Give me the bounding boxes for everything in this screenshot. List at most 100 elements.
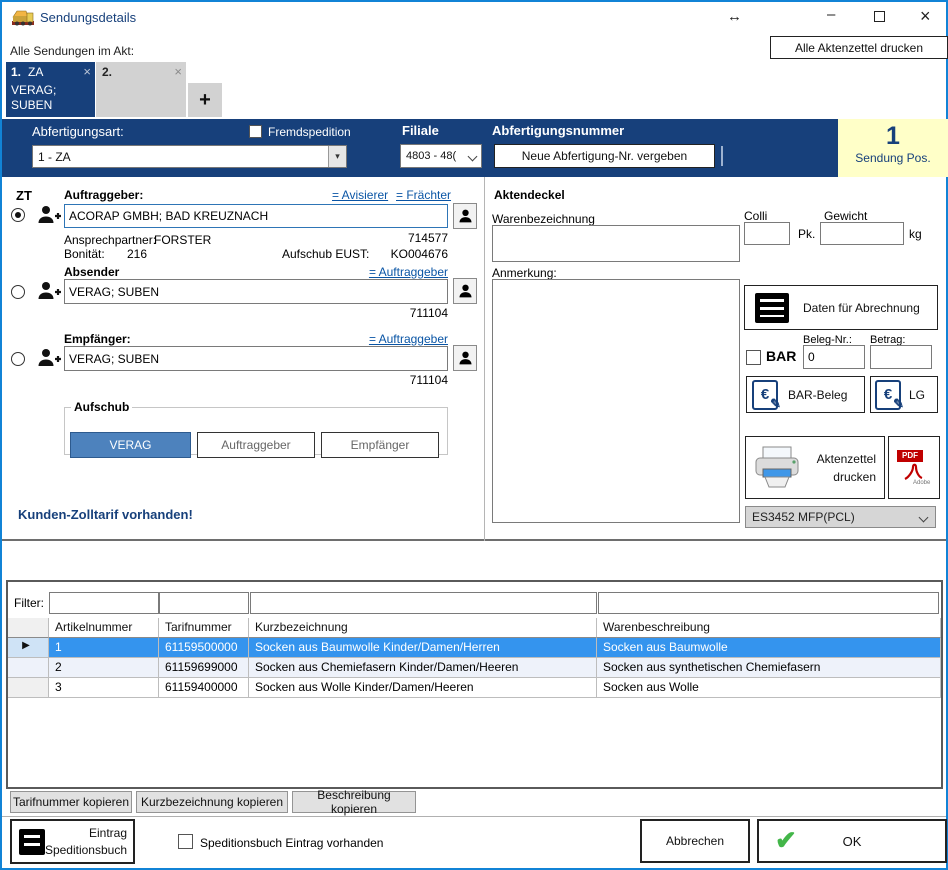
- footer-divider: [2, 816, 946, 817]
- col-kurzbezeichnung[interactable]: Kurzbezeichnung: [249, 618, 597, 638]
- empfaenger-input[interactable]: [64, 346, 448, 371]
- ok-label: OK: [843, 834, 862, 849]
- col-artikelnummer[interactable]: Artikelnummer: [49, 618, 159, 638]
- kurzbezeichnung-kopieren-button[interactable]: Kurzbezeichnung kopieren: [136, 791, 288, 813]
- table-row[interactable]: ▶ 1 61159500000 Socken aus Baumwolle Kin…: [8, 638, 941, 658]
- auftraggeber-person-add-icon[interactable]: [36, 203, 62, 227]
- anmerkung-label: Anmerkung:: [492, 266, 557, 280]
- aufschub-group-label: Aufschub: [71, 400, 132, 414]
- absender-person-add-icon[interactable]: [36, 279, 62, 303]
- auftraggeber-input[interactable]: [64, 204, 448, 228]
- bar-beleg-label: BAR-Beleg: [788, 388, 847, 402]
- table-row[interactable]: 2 61159699000 Socken aus Chemiefasern Ki…: [8, 658, 941, 678]
- aufschub-empfaenger-button[interactable]: Empfänger: [321, 432, 439, 458]
- aktenzettel-label-2: drucken: [833, 470, 876, 484]
- tab-sendung-1[interactable]: 1. ZA × VERAG; SUBEN: [6, 62, 95, 117]
- aufschub-auftraggeber-button[interactable]: Auftraggeber: [197, 432, 315, 458]
- printer-chevron-icon[interactable]: [920, 510, 927, 524]
- abbrechen-button[interactable]: Abbrechen: [640, 819, 750, 863]
- auftraggeber-label: Auftraggeber:: [64, 188, 143, 202]
- pdf-button[interactable]: PDF Adobe: [888, 436, 940, 499]
- colli-unit: Pk.: [798, 227, 815, 241]
- betrag-input[interactable]: [870, 345, 932, 369]
- person-icon: [457, 282, 474, 300]
- sendungen-label: Alle Sendungen im Akt:: [10, 44, 134, 58]
- abfertigungsart-select[interactable]: 1 - ZA ▾: [32, 145, 347, 168]
- selector-header: [8, 618, 49, 638]
- absender-input[interactable]: [64, 279, 448, 304]
- filter-warenbeschreibung-input[interactable]: [598, 592, 939, 614]
- absender-contact-button[interactable]: [453, 278, 477, 304]
- maximize-icon[interactable]: [874, 11, 885, 22]
- auftraggeber-contact-button[interactable]: [453, 203, 477, 229]
- neue-abfertigung-nr-button[interactable]: Neue Abfertigung-Nr. vergeben: [494, 144, 715, 168]
- aufschub-verag-button[interactable]: VERAG: [70, 432, 191, 458]
- daten-abrechnung-button[interactable]: Daten für Abrechnung: [744, 285, 938, 330]
- printer-value: ES3452 MFP(PCL): [746, 510, 920, 524]
- anmerkung-input[interactable]: [492, 279, 740, 523]
- euro-doc-icon: € ✎: [752, 380, 778, 410]
- auftraggeber-radio[interactable]: [11, 208, 25, 222]
- beschreibung-kopieren-button[interactable]: Beschreibung kopieren: [292, 791, 416, 813]
- absender-auftraggeber-link[interactable]: = Auftraggeber: [352, 265, 448, 279]
- absender-radio[interactable]: [11, 285, 25, 299]
- row-selector-cell: [8, 658, 49, 678]
- cell-tarifnummer: 61159400000: [159, 678, 249, 698]
- empfaenger-contact-button[interactable]: [453, 345, 477, 371]
- empfaenger-id: 711104: [392, 373, 448, 387]
- bar-beleg-button[interactable]: € ✎ BAR-Beleg: [746, 376, 865, 413]
- alle-aktenzettel-drucken-button[interactable]: Alle Aktenzettel drucken: [770, 36, 948, 59]
- tab2-close-icon[interactable]: ×: [174, 64, 182, 79]
- filter-kurzbezeichnung-input[interactable]: [250, 592, 597, 614]
- filiale-select[interactable]: 4803 - 48(: [400, 144, 482, 168]
- add-sendung-tab-button[interactable]: +: [188, 83, 222, 117]
- lg-label: LG: [909, 388, 925, 402]
- eintrag-speditionsbuch-button[interactable]: Eintrag Speditionsbuch: [10, 819, 135, 864]
- resize-icon[interactable]: ↔: [727, 8, 742, 25]
- filiale-chevron-icon[interactable]: [469, 149, 476, 163]
- beleg-nr-input[interactable]: [803, 345, 865, 369]
- minimize-icon[interactable]: –: [827, 6, 835, 23]
- app-truck-icon: [12, 8, 34, 27]
- col-warenbeschreibung[interactable]: Warenbeschreibung: [597, 618, 941, 638]
- list-icon: [19, 829, 45, 855]
- tab1-party2: SUBEN: [11, 98, 52, 112]
- pencil-icon: ✎: [893, 396, 904, 412]
- bonitaet-value: 216: [127, 247, 147, 261]
- printer-select[interactable]: ES3452 MFP(PCL): [745, 506, 936, 528]
- col-tarifnummer[interactable]: Tarifnummer: [159, 618, 249, 638]
- aktenzettel-drucken-button[interactable]: Aktenzettel drucken: [745, 436, 885, 499]
- gewicht-input[interactable]: [820, 222, 904, 245]
- tab-sendung-2[interactable]: 2. ×: [96, 62, 186, 117]
- close-icon[interactable]: ×: [920, 6, 931, 27]
- titlebar: Sendungsdetails ↔ – ×: [2, 2, 946, 32]
- tab1-close-icon[interactable]: ×: [83, 64, 91, 79]
- filter-artikelnummer-input[interactable]: [49, 592, 159, 614]
- bar-checkbox[interactable]: [746, 350, 761, 365]
- tab2-index: 2.: [102, 65, 112, 79]
- warenbezeichnung-input[interactable]: [492, 225, 740, 262]
- tarifnummer-kopieren-button[interactable]: Tarifnummer kopieren: [10, 791, 132, 813]
- person-icon: [457, 349, 474, 367]
- abfertigungsart-dropdown-icon[interactable]: ▾: [328, 146, 346, 167]
- empfaenger-radio[interactable]: [11, 352, 25, 366]
- articles-grid: Artikelnummer Tarifnummer Kurzbezeichnun…: [8, 618, 941, 698]
- colli-input[interactable]: [744, 222, 790, 245]
- empfaenger-auftraggeber-link[interactable]: = Auftraggeber: [352, 332, 448, 346]
- table-row[interactable]: 3 61159400000 Socken aus Wolle Kinder/Da…: [8, 678, 941, 698]
- empfaenger-label: Empfänger:: [64, 332, 131, 346]
- window-title: Sendungsdetails: [40, 10, 136, 25]
- cell-warenbeschreibung: Socken aus synthetischen Chemiefasern: [597, 658, 941, 678]
- cell-kurzbezeichnung: Socken aus Baumwolle Kinder/Damen/Herren: [249, 638, 597, 658]
- filter-tarifnummer-input[interactable]: [159, 592, 249, 614]
- ok-button[interactable]: ✔ OK: [757, 819, 947, 863]
- avisierer-link[interactable]: = Avisierer: [332, 188, 388, 202]
- lg-button[interactable]: € ✎ LG: [870, 376, 938, 413]
- colli-label: Colli: [744, 209, 767, 223]
- empfaenger-person-add-icon[interactable]: [36, 346, 62, 370]
- abfertigungsart-value: 1 - ZA: [33, 150, 328, 164]
- speditionsbuch-checkbox[interactable]: [178, 834, 193, 849]
- fremdspedition-checkbox[interactable]: [249, 125, 262, 138]
- cell-kurzbezeichnung: Socken aus Chemiefasern Kinder/Damen/Hee…: [249, 658, 597, 678]
- fraechter-link[interactable]: = Frächter: [396, 188, 451, 202]
